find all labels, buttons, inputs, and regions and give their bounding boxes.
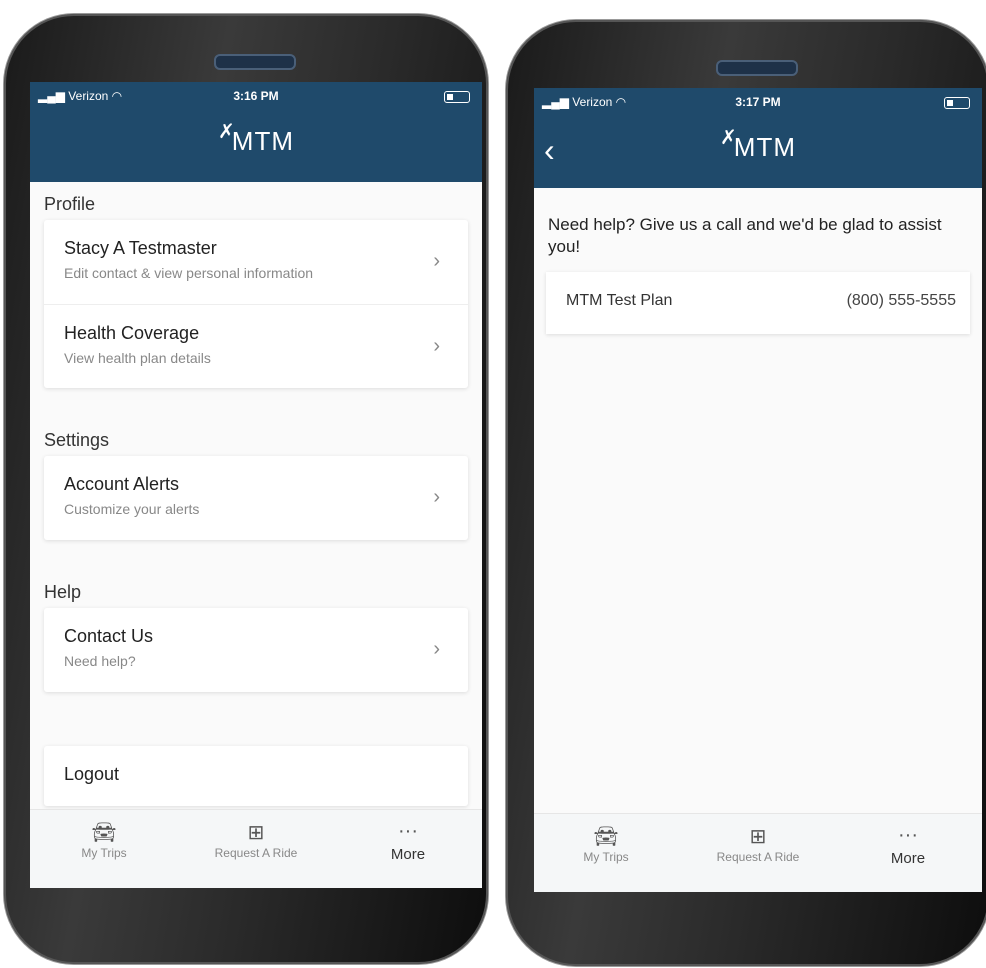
screen-more-menu: ▂▄▆ Verizon ◠ 3:16 PM ✗MTM Profile Stacy…	[30, 82, 482, 888]
car-icon: 🚘︎	[593, 826, 619, 848]
row-subtitle: Customize your alerts	[64, 501, 200, 517]
tab-request-ride[interactable]: ⊞ Request A Ride	[698, 824, 818, 864]
app-logo: ✗MTM	[30, 121, 482, 157]
more-dots-icon: ···	[898, 824, 918, 846]
tab-label: More	[890, 850, 926, 867]
tab-label: More	[390, 846, 426, 863]
screen-contact-us: ▂▄▆ Verizon ◠ 3:17 PM ‹ ✗MTM Need help? …	[534, 88, 982, 892]
row-title: Health Coverage	[64, 323, 200, 343]
battery-icon	[444, 91, 470, 103]
profile-card: Stacy A Testmaster Edit contact & view p…	[44, 220, 468, 388]
help-text: Need help? Give us a call and we'd be gl…	[548, 215, 942, 256]
row-subtitle: Edit contact & view personal information	[64, 265, 314, 281]
logo-mark-icon: ✗	[218, 121, 236, 143]
plan-name: MTM Test Plan	[566, 292, 673, 309]
help-card: Contact Us Need help? ›	[44, 608, 468, 692]
settings-card: Account Alerts Customize your alerts ›	[44, 456, 468, 540]
logout-button[interactable]: Logout	[44, 746, 468, 806]
tab-bar: 🚘︎ My Trips ⊞ Request A Ride ··· More	[30, 809, 482, 888]
health-coverage-row[interactable]: Health Coverage View health plan details…	[44, 304, 468, 388]
chevron-right-icon: ›	[433, 638, 440, 660]
speaker-grille	[214, 54, 296, 70]
more-dots-icon: ···	[398, 820, 418, 842]
row-title: Stacy A Testmaster	[64, 238, 217, 258]
section-title-settings: Settings	[44, 430, 110, 450]
car-icon: 🚘︎	[91, 822, 117, 844]
logo-text: MTM	[231, 126, 294, 156]
profile-row[interactable]: Stacy A Testmaster Edit contact & view p…	[44, 220, 468, 304]
tab-more[interactable]: ··· More	[348, 820, 468, 863]
plan-contact-card[interactable]: MTM Test Plan (800) 555-5555	[546, 272, 970, 334]
row-subtitle: View health plan details	[64, 350, 211, 366]
plus-square-icon: ⊞	[247, 822, 265, 844]
tab-more[interactable]: ··· More	[848, 824, 968, 867]
contact-us-row[interactable]: Contact Us Need help? ›	[44, 608, 468, 692]
status-bar: ▂▄▆ Verizon ◠ 3:16 PM	[30, 87, 482, 107]
plan-phone-link[interactable]: (800) 555-5555	[847, 292, 956, 310]
phone-left: ▂▄▆ Verizon ◠ 3:16 PM ✗MTM Profile Stacy…	[4, 14, 488, 964]
status-bar: ▂▄▆ Verizon ◠ 3:17 PM	[534, 93, 982, 113]
chevron-right-icon: ›	[433, 335, 440, 357]
status-time: 3:16 PM	[233, 89, 279, 103]
section-title-profile: Profile	[44, 194, 96, 214]
phone-right: ▂▄▆ Verizon ◠ 3:17 PM ‹ ✗MTM Need help? …	[506, 20, 986, 966]
tab-my-trips[interactable]: 🚘︎ My Trips	[546, 824, 666, 864]
account-alerts-row[interactable]: Account Alerts Customize your alerts ›	[44, 456, 468, 540]
app-header: ▂▄▆ Verizon ◠ 3:16 PM ✗MTM	[30, 82, 482, 182]
app-logo: ✗MTM	[534, 127, 982, 163]
app-header: ▂▄▆ Verizon ◠ 3:17 PM ‹ ✗MTM	[534, 88, 982, 188]
tab-my-trips[interactable]: 🚘︎ My Trips	[44, 820, 164, 860]
logo-mark-icon: ✗	[720, 127, 738, 149]
status-time: 3:17 PM	[735, 95, 781, 109]
tab-label: My Trips	[81, 846, 127, 860]
logo-text: MTM	[733, 132, 796, 162]
chevron-right-icon: ›	[433, 486, 440, 508]
row-title: Contact Us	[64, 626, 154, 646]
row-subtitle: Need help?	[64, 653, 136, 669]
section-title-help: Help	[44, 582, 82, 602]
row-title: Account Alerts	[64, 474, 180, 494]
tab-bar: 🚘︎ My Trips ⊞ Request A Ride ··· More	[534, 813, 982, 892]
tab-label: Request A Ride	[716, 850, 800, 864]
tab-label: Request A Ride	[214, 846, 298, 860]
chevron-right-icon: ›	[433, 250, 440, 272]
speaker-grille	[716, 60, 798, 76]
plus-square-icon: ⊞	[749, 826, 767, 848]
tab-label: My Trips	[583, 850, 629, 864]
battery-icon	[944, 97, 970, 109]
tab-request-ride[interactable]: ⊞ Request A Ride	[196, 820, 316, 860]
